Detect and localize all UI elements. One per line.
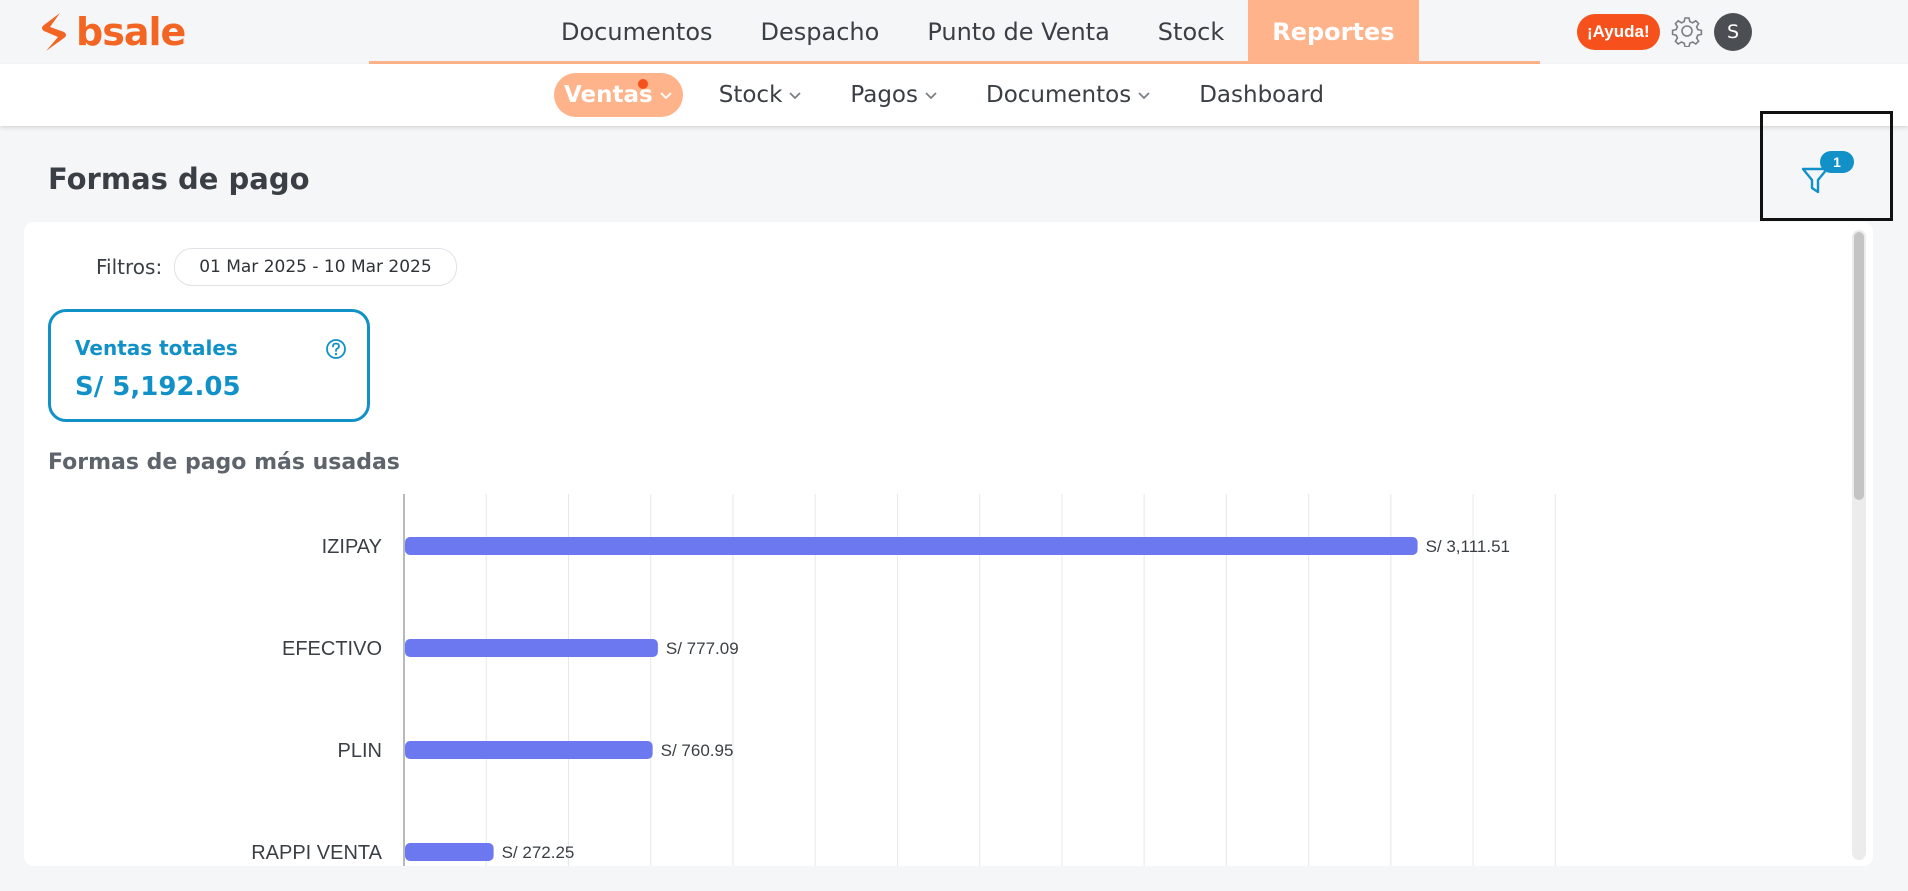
sub-navbar: Ventas Stock Pagos Documentos Dashboard [0,64,1908,126]
main-nav-documentos[interactable]: Documentos [537,0,737,63]
sub-nav-label: Pagos [850,82,918,108]
help-button[interactable]: ¡Ayuda! [1577,14,1660,50]
kpi-value: S/ 5,192.05 [75,372,241,402]
chart-category-label: RAPPI VENTA [251,842,382,864]
sub-nav-label: Dashboard [1199,82,1324,108]
sub-nav-dashboard[interactable]: Dashboard [1187,73,1336,117]
brand-logo[interactable]: bsale [38,10,186,54]
chevron-down-icon [925,92,937,100]
chevron-down-icon [789,92,802,100]
page-title: Formas de pago [48,162,310,196]
filter-button[interactable]: 1 [1760,111,1893,221]
sub-nav-pagos[interactable]: Pagos [838,73,950,117]
payment-methods-bar-chart: IZIPAY S/ 3,111.51 EFECTIVO S/ 777.09 PLIN S/… [251,494,1556,866]
sub-nav-ventas[interactable]: Ventas [554,73,683,117]
kpi-ventas-totales: Ventas totales S/ 5,192.05 [48,309,370,422]
help-circle-icon[interactable] [325,338,347,360]
main-nav-reportes[interactable]: Reportes [1248,0,1419,63]
chart-category-label: EFECTIVO [282,638,382,660]
sub-nav-documentos[interactable]: Documentos [974,73,1163,117]
chart-bar[interactable] [405,741,653,759]
notification-dot [638,79,648,89]
chart-data-label: S/ 272.25 [502,843,575,862]
gear-icon[interactable] [1671,15,1703,47]
filters-label: Filtros: [96,255,163,279]
avatar[interactable]: S [1714,13,1752,51]
bsale-logo-icon [42,13,66,51]
top-navbar: bsale Documentos Despacho Punto de Venta… [0,0,1908,64]
scrollbar-thumb[interactable] [1854,232,1864,500]
filter-count-badge: 1 [1820,151,1854,173]
chart-bar[interactable] [405,843,494,861]
active-filters: Filtros: 01 Mar 2025 - 10 Mar 2025 [96,248,457,286]
section-title: Formas de pago más usadas [48,450,400,475]
main-nav-despacho[interactable]: Despacho [737,0,904,63]
main-nav-punto-de-venta[interactable]: Punto de Venta [903,0,1133,63]
main-nav: Documentos Despacho Punto de Venta Stock… [537,0,1419,63]
chart-data-label: S/ 777.09 [666,639,739,658]
main-nav-stock[interactable]: Stock [1134,0,1248,63]
kpi-label: Ventas totales [75,336,238,360]
chart-data-label: S/ 3,111.51 [1426,537,1510,556]
report-card: Filtros: 01 Mar 2025 - 10 Mar 2025 Venta… [24,222,1873,866]
chevron-down-icon [660,92,672,100]
chevron-down-icon [1138,92,1150,100]
chart-category-label: IZIPAY [322,536,382,558]
chart-category-label: PLIN [338,740,382,762]
chart-data-label: S/ 760.95 [661,741,734,760]
brand-name: bsale [76,10,186,54]
chart-bar[interactable] [405,537,1418,555]
chart-bar[interactable] [405,639,658,657]
sub-nav-label: Stock [718,82,783,108]
sub-nav-stock[interactable]: Stock [707,73,815,117]
sub-nav: Ventas Stock Pagos Documentos Dashboard [554,73,1360,117]
date-range-chip[interactable]: 01 Mar 2025 - 10 Mar 2025 [174,248,457,286]
sub-nav-label: Documentos [985,82,1132,108]
